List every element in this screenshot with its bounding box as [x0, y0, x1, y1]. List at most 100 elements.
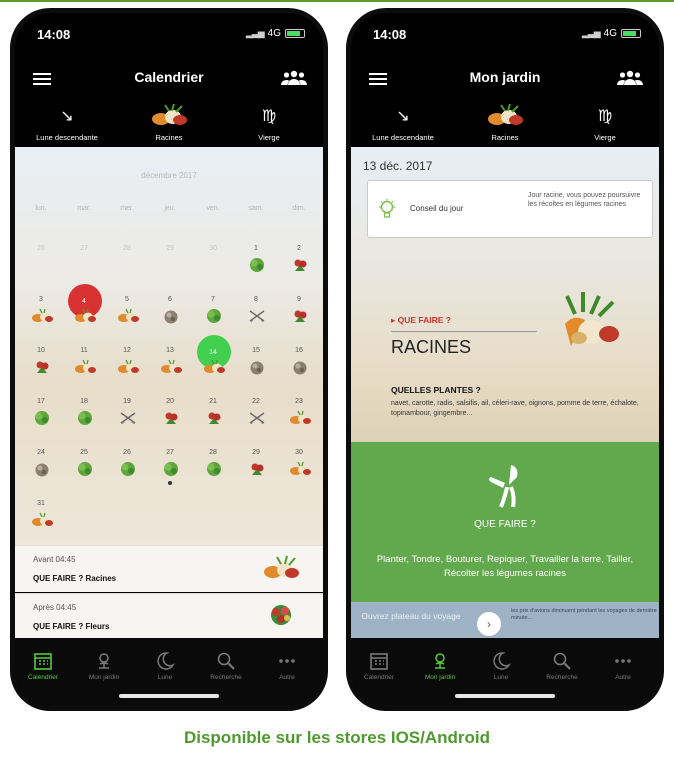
calendar-day[interactable]: 22	[234, 392, 278, 442]
tab-calendrier[interactable]: Calendrier	[15, 648, 73, 681]
none-day-icon	[246, 308, 268, 324]
calendar-day[interactable]: 9	[277, 290, 321, 340]
tab-mon-jardin[interactable]: Mon jardin	[74, 648, 134, 681]
calendar-day[interactable]: 29	[148, 239, 192, 289]
none-day-icon	[117, 410, 139, 426]
calendar-day[interactable]: 3	[19, 290, 63, 340]
tab-recherche[interactable]: Recherche	[532, 648, 592, 681]
root-day-icon	[74, 359, 96, 375]
what-to-do-label[interactable]: ▸ QUE FAIRE ?	[391, 315, 451, 326]
more-icon	[593, 648, 653, 674]
calendar-day[interactable]: 28	[191, 443, 235, 493]
signal-icon: ▂▃▅	[245, 28, 265, 38]
weekday-label: ven.	[206, 205, 220, 212]
calendar-day[interactable]: 11	[62, 341, 106, 391]
status-indicators: ▂▃▅ 4G	[582, 28, 641, 39]
calendar-day[interactable]: 8	[234, 290, 278, 340]
tab-recherche[interactable]: Recherche	[196, 648, 256, 681]
status-time: 14:08	[37, 27, 71, 42]
calendar-day[interactable]: 10	[19, 341, 63, 391]
period-card-after[interactable]: Après 04:45 QUE FAIRE ? Fleurs	[15, 593, 323, 640]
root-day-icon	[160, 359, 182, 375]
root-vegetables-icon	[565, 292, 619, 346]
calendar-day[interactable]: 14	[191, 335, 235, 391]
calendar-day[interactable]: 20	[148, 392, 192, 442]
calendar-day[interactable]: 23	[277, 392, 321, 442]
calendar-day[interactable]: 26	[19, 239, 63, 289]
day-number: 13	[166, 347, 174, 354]
calendar-day[interactable]: 13	[148, 341, 192, 391]
day-number: 28	[123, 245, 131, 252]
tab-calendrier[interactable]: Calendrier	[351, 648, 409, 681]
calendar-day[interactable]: 21	[191, 392, 235, 442]
calendar-day[interactable]: 12	[105, 341, 149, 391]
tab-autre[interactable]: Autre	[257, 648, 317, 681]
calendar-day[interactable]: 18	[62, 392, 106, 442]
calendar-day[interactable]: 28	[105, 239, 149, 289]
moon-info-bar: ↘ Lune descendante Racines ♍ Vierge	[15, 99, 323, 149]
day-number: 29	[252, 449, 260, 456]
day-number: 15	[252, 347, 260, 354]
day-type-label: Racines	[155, 133, 183, 142]
actions-list: Planter, Tondre, Bouturer, Repiquer, Tra…	[376, 554, 634, 579]
status-bar: 14:08 ▂▃▅ 4G	[351, 13, 659, 57]
home-indicator[interactable]	[455, 694, 555, 698]
period-action: QUE FAIRE ? Fleurs	[33, 622, 110, 631]
status-time: 14:08	[373, 27, 407, 42]
calendar-day[interactable]: 1	[234, 239, 278, 289]
calendar-day[interactable]: 29	[234, 443, 278, 493]
day-type: Racines	[461, 99, 549, 142]
day-number: 22	[252, 398, 260, 405]
day-number: 20	[166, 398, 174, 405]
ad-arrow-button[interactable]: ›	[477, 612, 501, 636]
tip-of-the-day[interactable]: Conseil du jour Jour racine, vous pouvez…	[367, 180, 653, 238]
calendar-day[interactable]: 19	[105, 392, 149, 442]
day-number: 11	[80, 347, 88, 354]
tab-lune[interactable]: Lune	[471, 648, 531, 681]
zodiac: ♍ Vierge	[223, 99, 315, 142]
garden-screen: 14:08 ▂▃▅ 4G Mon jardin ↘ Lune descendan…	[351, 13, 659, 706]
calendar-day[interactable]: 17	[19, 392, 63, 442]
calendar-day[interactable]: 6	[148, 290, 192, 340]
calendar-day[interactable]: 27	[62, 239, 106, 289]
period-card-before[interactable]: Avant 04:45 QUE FAIRE ? Racines	[15, 545, 323, 592]
calendar-day[interactable]: 26	[105, 443, 149, 493]
tab-autre[interactable]: Autre	[593, 648, 653, 681]
calendar-day[interactable]: 25	[62, 443, 106, 493]
root-vegetables-icon	[461, 99, 549, 133]
calendar-day[interactable]: 4	[62, 284, 106, 340]
day-number: 27	[166, 449, 174, 456]
calendar-day[interactable]: 27	[148, 443, 192, 493]
period-action: QUE FAIRE ? Racines	[33, 574, 117, 583]
moon-phase: ↘ Lune descendante	[357, 99, 449, 142]
moon-phase: ↘ Lune descendante	[21, 99, 113, 142]
calendar-day[interactable]: 15	[234, 341, 278, 391]
flower-day-icon	[31, 359, 53, 375]
tab-mon-jardin[interactable]: Mon jardin	[410, 648, 470, 681]
calendar-day[interactable]: 5	[105, 290, 149, 340]
calendar-day[interactable]: 7	[191, 290, 235, 340]
fruit-day-icon	[246, 359, 268, 375]
tab-bar: Calendrier Mon jardin Lune Recherche Autre	[15, 638, 323, 706]
leaf-day-icon	[203, 308, 225, 324]
tab-label: Recherche	[546, 674, 578, 681]
network-label: 4G	[267, 28, 281, 39]
community-icon[interactable]	[617, 70, 643, 86]
more-icon	[257, 648, 317, 674]
leaf-day-icon	[160, 461, 182, 477]
calendar-day[interactable]: 2	[277, 239, 321, 289]
search-icon	[532, 648, 592, 674]
calendar-day[interactable]: 16	[277, 341, 321, 391]
community-icon[interactable]	[281, 70, 307, 86]
tab-lune[interactable]: Lune	[135, 648, 195, 681]
calendar-day[interactable]: 24	[19, 443, 63, 493]
calendar-day[interactable]: 30	[191, 239, 235, 289]
root-day-icon	[74, 308, 96, 324]
home-indicator[interactable]	[119, 694, 219, 698]
tab-label: Mon jardin	[88, 674, 120, 681]
calendar-day[interactable]: 30	[277, 443, 321, 493]
moon-icon	[471, 648, 531, 674]
day-number: 14	[209, 349, 217, 356]
day-number: 2	[297, 245, 301, 252]
calendar-day[interactable]: 31	[19, 494, 63, 544]
